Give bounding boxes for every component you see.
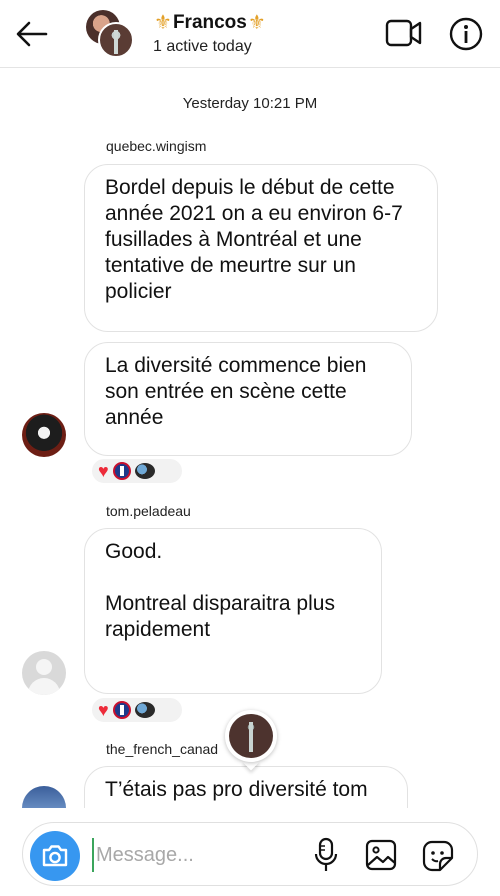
message-reactions[interactable]: ♥ <box>90 457 184 485</box>
fleur-de-lis-icon: ⚜ <box>154 12 172 34</box>
active-status: 1 active today <box>153 38 252 55</box>
fleur-de-lis-icon: ⚜ <box>247 12 266 34</box>
group-name: Francos <box>172 11 247 33</box>
group-title[interactable]: ⚜ Francos ⚜ <box>153 10 267 35</box>
user-avatar[interactable] <box>22 413 66 457</box>
sticker-icon[interactable] <box>420 838 456 874</box>
chat-header: ⚜ Francos ⚜ 1 active today <box>0 0 500 68</box>
group-avatar[interactable] <box>86 10 136 58</box>
message-bubble[interactable]: La diversité commence bien son entrée en… <box>84 342 412 456</box>
sender-name: the_french_canad <box>106 741 219 757</box>
member-avatar <box>98 22 134 58</box>
gallery-icon[interactable] <box>364 838 398 872</box>
message-input[interactable] <box>92 838 292 872</box>
habs-logo-reaction-icon <box>112 701 131 719</box>
default-avatar-icon[interactable] <box>22 651 66 695</box>
habs-logo-reaction-icon <box>112 462 131 480</box>
video-call-icon[interactable] <box>384 16 424 50</box>
hockey-puck-reaction-icon <box>134 702 155 718</box>
sender-name: quebec.wingism <box>106 138 207 154</box>
message-bubble[interactable]: Bordel depuis le début de cette année 20… <box>84 164 438 332</box>
heart-reaction-icon: ♥ <box>98 700 109 720</box>
info-icon[interactable] <box>448 16 484 52</box>
seen-by-avatar[interactable] <box>225 710 277 771</box>
message-reactions[interactable]: ♥ <box>90 696 184 724</box>
sender-name: tom.peladeau <box>106 503 191 519</box>
camera-icon[interactable] <box>30 831 80 881</box>
heart-reaction-icon: ♥ <box>98 461 109 481</box>
message-timestamp: Yesterday 10:21 PM <box>182 95 318 112</box>
message-bubble[interactable]: Good. Montreal disparaitra plus rapideme… <box>84 528 382 694</box>
hockey-puck-reaction-icon <box>134 463 155 479</box>
microphone-icon[interactable] <box>312 836 340 874</box>
back-arrow-icon[interactable] <box>14 16 50 52</box>
